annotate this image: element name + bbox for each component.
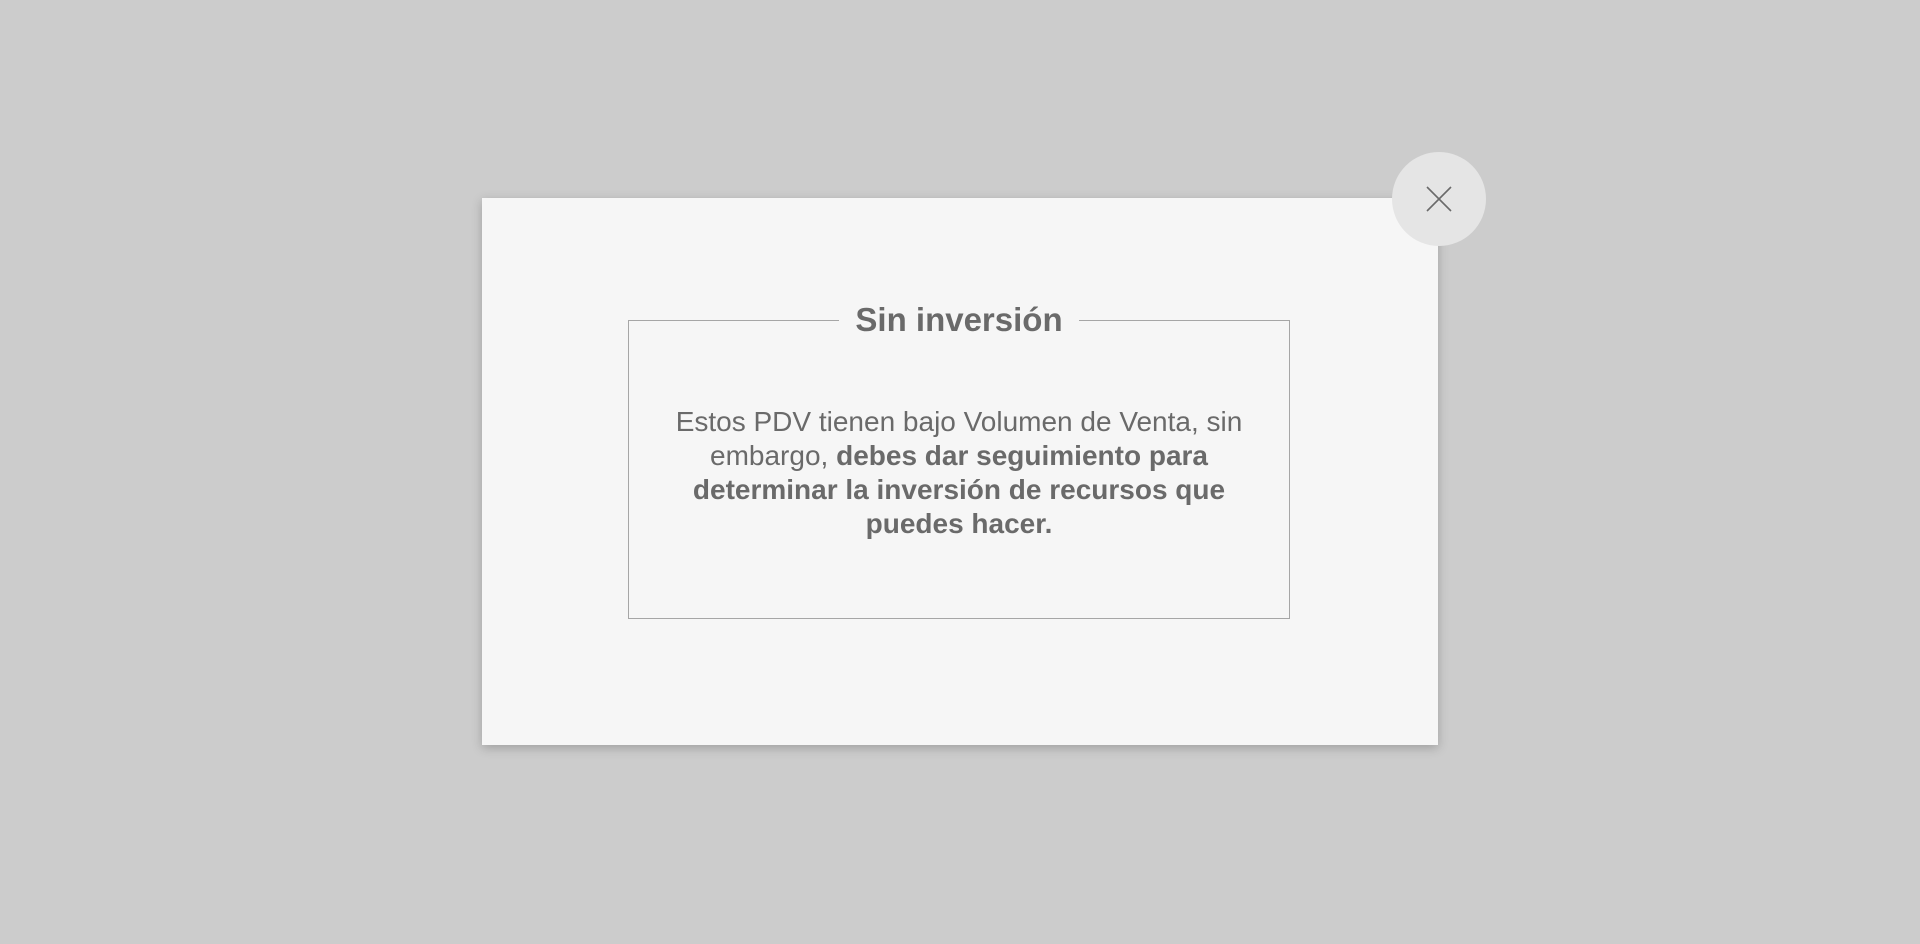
close-button[interactable] [1392,152,1486,246]
modal-title: Sin inversión [839,299,1079,341]
info-modal: Sin inversión Estos PDV tienen bajo Volu… [482,198,1438,745]
message-frame: Sin inversión Estos PDV tienen bajo Volu… [628,299,1290,619]
modal-message: Estos PDV tienen bajo Volumen de Venta, … [669,405,1249,541]
close-icon [1426,186,1452,212]
modal-title-wrapper: Sin inversión [629,299,1289,341]
